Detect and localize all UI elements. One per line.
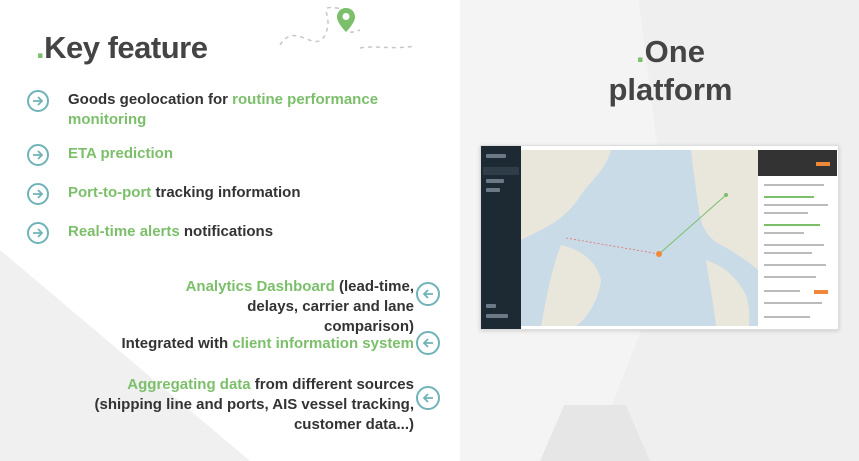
arrow-left-circle-icon — [416, 331, 440, 355]
sidebar-item — [483, 167, 519, 175]
app-logo — [486, 154, 506, 158]
key-feature-title: .Key feature — [36, 30, 208, 65]
status-badge — [816, 162, 830, 166]
arrow-right-circle-icon — [27, 144, 49, 166]
sidebar-item — [486, 179, 504, 183]
analytics-feature-text: Analytics Dashboard (lead-time, delays, … — [185, 278, 414, 335]
arrow-left-circle-icon — [416, 282, 440, 306]
integration-feature-text: Integrated with client information syste… — [121, 335, 414, 352]
platform-screenshot — [480, 145, 839, 330]
map-pin-icon — [337, 8, 355, 32]
arrow-right-circle-icon — [27, 183, 49, 205]
feature-item: Real-time alerts notifications — [27, 222, 408, 244]
sidebar-item — [486, 304, 496, 308]
feature-item: Goods geolocation for routine performanc… — [27, 90, 408, 130]
sidebar-item — [486, 188, 500, 192]
world-map — [521, 150, 758, 326]
action-button — [814, 290, 828, 294]
shipment-detail-panel — [758, 150, 837, 326]
sidebar-item — [486, 314, 508, 318]
aggregation-feature-text: Aggregating data from different sources … — [94, 376, 414, 433]
one-platform-title: .One platform — [608, 34, 733, 107]
arrow-right-circle-icon — [27, 90, 49, 112]
feature-item: ETA prediction — [27, 144, 408, 166]
arrow-right-circle-icon — [27, 222, 49, 244]
arrow-left-circle-icon — [416, 386, 440, 410]
app-sidebar — [481, 146, 521, 329]
feature-item: Port-to-port tracking information — [27, 183, 408, 205]
